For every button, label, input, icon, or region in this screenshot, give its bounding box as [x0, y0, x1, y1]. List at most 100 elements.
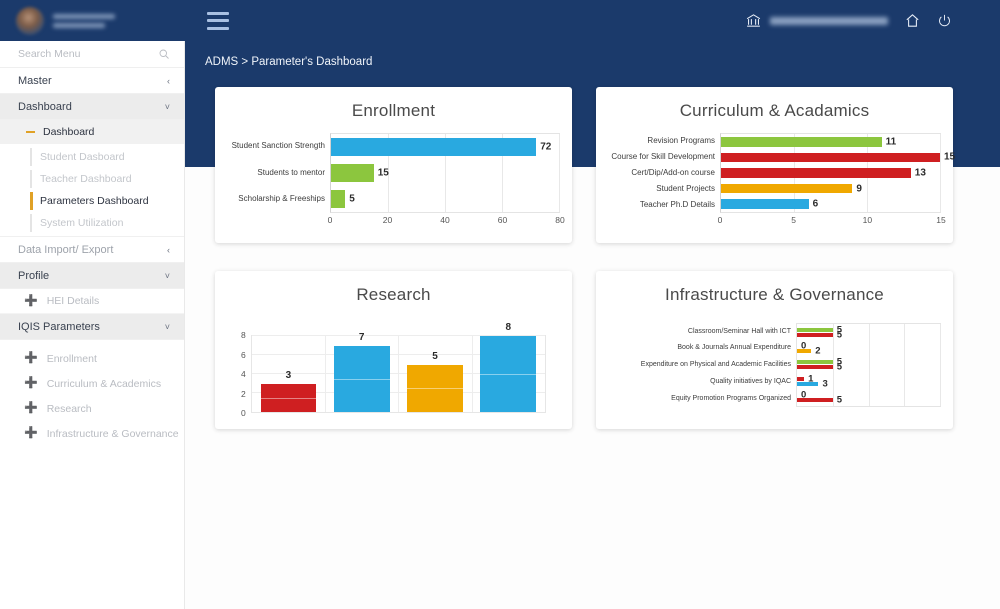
- search-row[interactable]: [0, 41, 184, 68]
- chart-bar[interactable]: 1: [797, 377, 804, 381]
- sidebar-item-data-import-export-label: Data Import/ Export: [18, 244, 113, 256]
- chart-bar-row: 13: [797, 373, 940, 389]
- chart-bar[interactable]: 5: [331, 190, 345, 208]
- sidebar-item-dashboard-label: Dashboard: [18, 101, 72, 113]
- chart-infrastructure: Classroom/Seminar Hall with ICTBook & Jo…: [608, 317, 941, 407]
- sidebar-item-enrollment[interactable]: ➕ Enrollment: [0, 346, 184, 371]
- chart-bar[interactable]: 11: [721, 137, 882, 147]
- chart-bar[interactable]: 8: [480, 336, 536, 412]
- sidebar-item-data-import-export[interactable]: Data Import/ Export ‹: [0, 237, 184, 263]
- axis-label: Students to mentor: [227, 160, 325, 187]
- iqis-list: ➕ Enrollment ➕ Curriculum & Academics ➕ …: [0, 340, 184, 446]
- user-name: [53, 14, 115, 19]
- sidebar-item-iqis-parameters[interactable]: IQIS Parameters ˅: [0, 314, 184, 340]
- plus-icon: ➕: [24, 428, 38, 439]
- bar-value-label: 3: [286, 370, 292, 381]
- card-infrastructure-title: Infrastructure & Governance: [608, 285, 941, 305]
- axis-tick: 80: [555, 215, 564, 225]
- axis-tick: 20: [383, 215, 392, 225]
- sidebar-item-teacher-dashboard-label: Teacher Dashboard: [40, 173, 132, 185]
- chart-bar[interactable]: 15: [331, 164, 374, 182]
- bar-value-label: 5: [837, 395, 842, 406]
- menu-icon-bar: [207, 19, 229, 22]
- sidebar-item-system-utilization-label: System Utilization: [40, 217, 123, 229]
- axis-label: Revision Programs: [608, 133, 715, 149]
- sidebar-item-master[interactable]: Master ‹: [0, 68, 184, 94]
- chart-bar[interactable]: 5: [797, 333, 833, 337]
- chart-bar[interactable]: 5: [407, 365, 463, 413]
- sidebar-item-hei-details-label: HEI Details: [47, 295, 100, 307]
- card-infrastructure: Infrastructure & Governance Classroom/Se…: [596, 271, 953, 429]
- axis-tick: 15: [936, 215, 945, 225]
- chart-bar[interactable]: 2: [797, 349, 811, 353]
- sidebar-item-teacher-dashboard[interactable]: Teacher Dashboard: [0, 168, 184, 190]
- avatar[interactable]: [16, 7, 44, 35]
- sidebar-item-research[interactable]: ➕ Research: [0, 396, 184, 421]
- sidebar-item-curriculum-academics[interactable]: ➕ Curriculum & Academics: [0, 371, 184, 396]
- gridline: [472, 336, 473, 412]
- menu-icon-bar: [207, 12, 229, 15]
- menu-icon[interactable]: [207, 12, 229, 30]
- card-research-title: Research: [227, 285, 560, 305]
- chart-bar[interactable]: 9: [721, 184, 852, 194]
- sidebar-item-system-utilization[interactable]: System Utilization: [0, 212, 184, 234]
- brand-zone[interactable]: [0, 0, 185, 41]
- chart-bar[interactable]: 5: [797, 365, 833, 369]
- card-curriculum-title: Curriculum & Acadamics: [608, 101, 941, 121]
- sidebar-item-hei-details[interactable]: ➕ HEI Details: [0, 289, 184, 314]
- breadcrumb-text: ADMS > Parameter's Dashboard: [205, 56, 372, 68]
- card-research: Research 02468 3758: [215, 271, 572, 429]
- chart-bar-row: 6: [721, 196, 940, 212]
- card-enrollment-title: Enrollment: [227, 101, 560, 121]
- gridline: [559, 134, 560, 212]
- bar-value-label: 8: [506, 322, 512, 333]
- chevron-left-icon: ‹: [167, 76, 170, 86]
- chart-bar[interactable]: 6: [721, 199, 809, 209]
- plus-icon: ➕: [24, 353, 38, 364]
- chart-bar[interactable]: 72: [331, 138, 536, 156]
- sidebar-item-profile[interactable]: Profile ˅: [0, 263, 184, 289]
- user-role: [53, 23, 105, 28]
- chart-bar[interactable]: 5: [797, 360, 833, 364]
- page-root: Master ‹ Dashboard ˅ Dashboard Student D…: [0, 0, 1000, 609]
- chart-enrollment: Student Sanction StrengthStudents to men…: [227, 133, 560, 227]
- chevron-down-icon: ˅: [165, 322, 170, 332]
- chart-bar-row: 13: [721, 165, 940, 181]
- home-icon[interactable]: [904, 12, 921, 29]
- axis-tick: 0: [718, 215, 723, 225]
- power-icon[interactable]: [937, 13, 952, 28]
- sidebar-item-student-dashboard[interactable]: Student Dasboard: [0, 146, 184, 168]
- chevron-down-icon: ˅: [165, 102, 170, 112]
- sidebar-item-master-label: Master: [18, 75, 52, 87]
- axis-label: Equity Promotion Programs Organized: [608, 390, 791, 407]
- bar-value-label: 3: [822, 378, 827, 389]
- sidebar-item-parameters-dashboard[interactable]: Parameters Dashboard: [0, 190, 184, 212]
- sidebar-subitem-dashboard-label: Dashboard: [43, 126, 94, 138]
- chart-bar[interactable]: 7: [334, 346, 390, 413]
- bar-value-label: 5: [837, 362, 842, 373]
- axis-label: Expenditure on Physical and Academic Fac…: [608, 357, 791, 374]
- axis-label: Classroom/Seminar Hall with ICT: [608, 323, 791, 340]
- chart-bar[interactable]: 15: [721, 153, 940, 163]
- sidebar-item-dashboard[interactable]: Dashboard ˅: [0, 94, 184, 120]
- axis-label: Teacher Ph.D Details: [608, 197, 715, 213]
- search-icon[interactable]: [158, 48, 170, 60]
- chart-bar-row: 72: [331, 134, 559, 160]
- chart-bar[interactable]: 5: [797, 398, 833, 402]
- sidebar-subitem-dashboard[interactable]: Dashboard: [0, 120, 184, 144]
- chart-bar[interactable]: 3: [797, 382, 818, 386]
- chart-bar[interactable]: 13: [721, 168, 911, 178]
- chart-bar-column: 7: [334, 336, 390, 412]
- search-input[interactable]: [18, 48, 158, 60]
- chart-bar-row: 5: [331, 186, 559, 212]
- chart-bar[interactable]: 5: [797, 328, 833, 332]
- chart-bar-column: 5: [407, 336, 463, 412]
- chart-bar[interactable]: 3: [261, 384, 317, 413]
- sidebar-item-infrastructure-governance[interactable]: ➕ Infrastructure & Governance: [0, 421, 184, 446]
- sidebar-item-research-label: Research: [47, 403, 92, 415]
- sidebar: Master ‹ Dashboard ˅ Dashboard Student D…: [0, 41, 185, 609]
- institution-name: [770, 17, 888, 25]
- sidebar-item-curriculum-academics-label: Curriculum & Academics: [47, 378, 161, 390]
- chart-bar-row: 02: [797, 340, 940, 356]
- dash-icon: [26, 131, 35, 133]
